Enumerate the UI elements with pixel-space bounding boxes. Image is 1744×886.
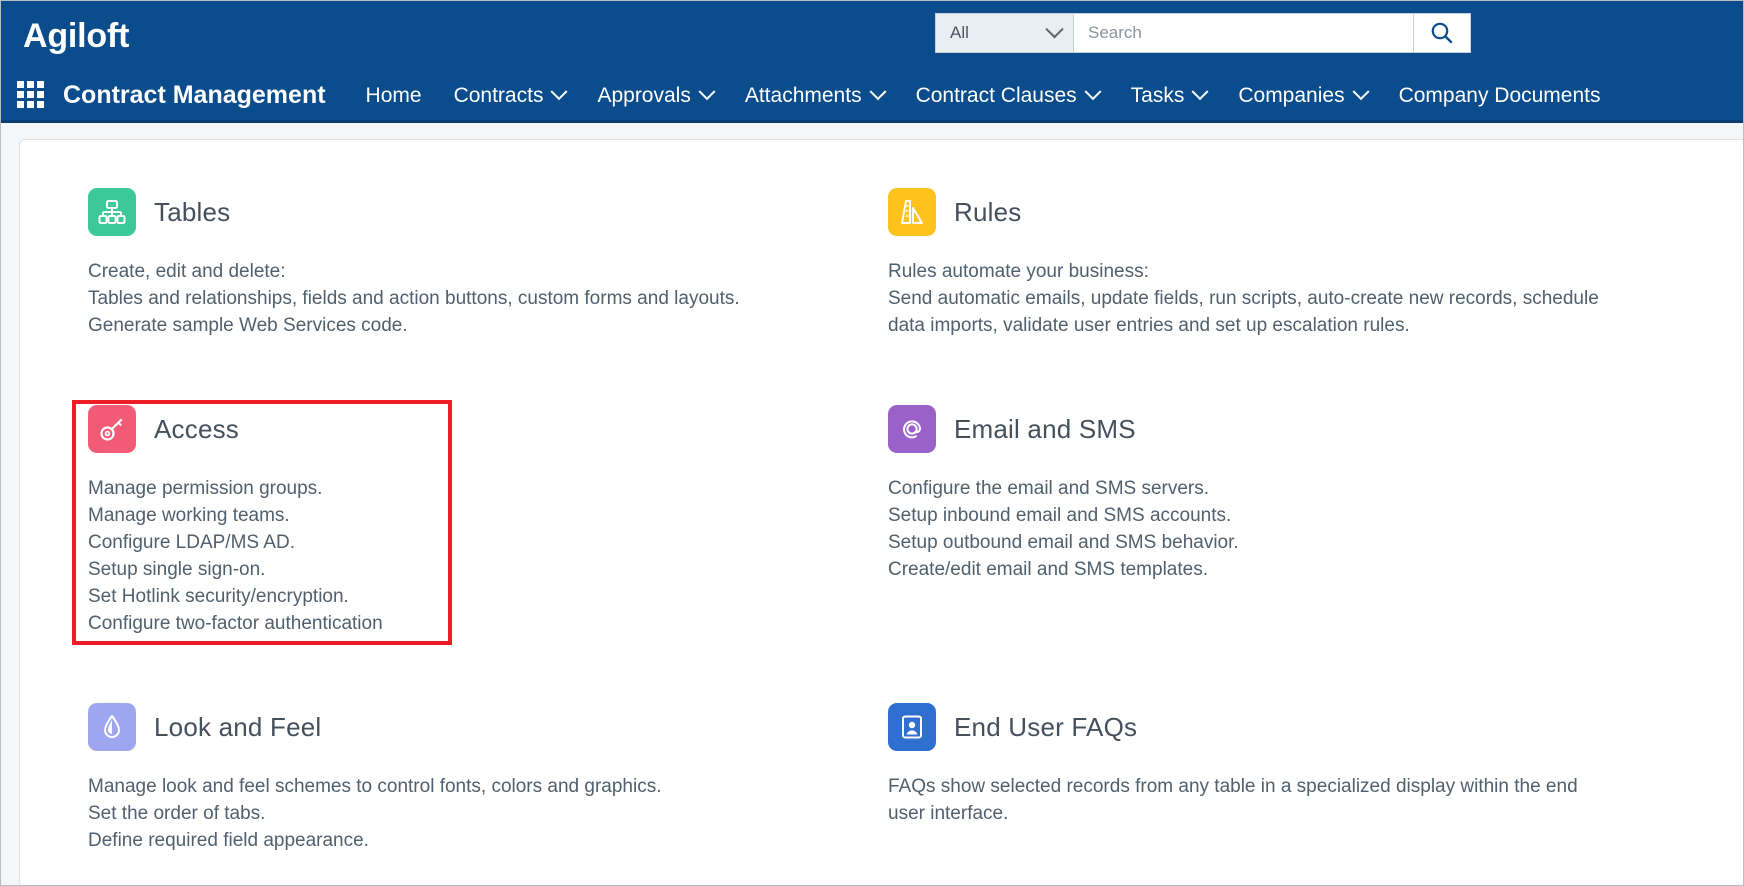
nav-item-label: Contracts <box>453 83 544 107</box>
tile-description: Manage look and feel schemes to control … <box>88 773 848 854</box>
key-icon <box>88 405 136 453</box>
page-title: Contract Management <box>63 81 326 109</box>
nav-item-approvals[interactable]: Approvals <box>597 82 716 108</box>
tile-line: Generate sample Web Services code. <box>88 315 408 336</box>
app-grid-icon[interactable] <box>17 80 47 111</box>
tile-line: Create, edit and delete: <box>88 261 286 282</box>
setup-tile-email-and-sms[interactable]: Email and SMS Configure the email and SM… <box>888 405 1743 637</box>
setup-tile-tables[interactable]: Tables Create, edit and delete: Tables a… <box>88 188 888 339</box>
id-card-person-icon <box>888 703 936 751</box>
tile-line: Create/edit email and SMS templates. <box>888 559 1208 580</box>
at-sign-icon <box>888 405 936 453</box>
tile-line: Configure LDAP/MS AD. <box>88 532 295 553</box>
tile-line: Set the order of tabs. <box>88 803 266 824</box>
main-navigation-bar: Contract Management Home Contracts Appro… <box>1 71 1743 123</box>
tile-description: Rules automate your business: Send autom… <box>888 258 1648 339</box>
setup-tile-grid: Tables Create, edit and delete: Tables a… <box>20 188 1743 884</box>
setup-tile-access[interactable]: Access Manage permission groups. Manage … <box>88 405 888 637</box>
tile-header: Tables <box>88 188 888 236</box>
setup-tile-end-user-faqs[interactable]: End User FAQs FAQs show selected records… <box>888 703 1743 854</box>
tile-description: Manage permission groups. Manage working… <box>88 475 848 637</box>
tile-line: Tables and relationships, fields and act… <box>88 288 740 309</box>
chevron-down-icon <box>1352 82 1370 100</box>
nav-item-home[interactable]: Home <box>366 84 422 108</box>
search-icon <box>1431 22 1453 44</box>
nav-item-tasks[interactable]: Tasks <box>1130 82 1209 108</box>
search-submit-button[interactable] <box>1413 13 1471 53</box>
chevron-down-icon <box>1191 82 1209 100</box>
content-background: Tables Create, edit and delete: Tables a… <box>1 123 1743 884</box>
tile-line: Configure the email and SMS servers. <box>888 478 1210 499</box>
tile-title: Rules <box>954 196 1022 227</box>
org-chart-icon <box>88 188 136 236</box>
tile-header: Email and SMS <box>888 405 1743 453</box>
tile-header: Access <box>88 405 888 453</box>
nav-item-label: Company Documents <box>1398 83 1601 107</box>
nav-item-contracts[interactable]: Contracts <box>453 82 568 108</box>
tile-title: Tables <box>154 196 231 227</box>
tile-line: data imports, validate user entries and … <box>888 315 1410 336</box>
global-search: All <box>935 13 1471 53</box>
nav-item-label: Contract Clauses <box>915 83 1077 107</box>
tile-title: Look and Feel <box>154 711 322 742</box>
tile-line: user interface. <box>888 803 1009 824</box>
chevron-down-icon <box>1084 82 1102 100</box>
tile-description: Create, edit and delete: Tables and rela… <box>88 258 848 339</box>
tile-line: Define required field appearance. <box>88 830 369 851</box>
tile-line: Rules automate your business: <box>888 261 1149 282</box>
nav-item-attachments[interactable]: Attachments <box>744 82 887 108</box>
tile-line: Setup outbound email and SMS behavior. <box>888 532 1239 553</box>
tile-header: Look and Feel <box>88 703 888 751</box>
droplet-icon <box>88 703 136 751</box>
tile-header: Rules <box>888 188 1743 236</box>
tile-description: Configure the email and SMS servers. Set… <box>888 475 1648 583</box>
search-scope-value: All <box>950 23 969 42</box>
tile-line: Send automatic emails, update fields, ru… <box>888 288 1599 309</box>
setup-tile-look-and-feel[interactable]: Look and Feel Manage look and feel schem… <box>88 703 888 854</box>
search-scope-select[interactable]: All <box>935 13 1073 53</box>
nav-item-label: Attachments <box>744 83 862 107</box>
chevron-down-icon <box>1045 19 1064 38</box>
chevron-down-icon <box>698 82 716 100</box>
ruler-triangle-icon <box>888 188 936 236</box>
tile-title: Access <box>154 413 240 444</box>
tile-line: FAQs show selected records from any tabl… <box>888 776 1578 797</box>
top-header-bar: Agiloft All <box>1 1 1743 71</box>
tile-title: Email and SMS <box>954 413 1136 444</box>
agiloft-logo[interactable]: Agiloft <box>23 19 129 53</box>
setup-tile-rules[interactable]: Rules Rules automate your business: Send… <box>888 188 1743 339</box>
tile-line: Manage working teams. <box>88 505 290 526</box>
chevron-down-icon <box>550 82 568 100</box>
tile-header: End User FAQs <box>888 703 1743 751</box>
tile-description: FAQs show selected records from any tabl… <box>888 773 1648 827</box>
search-input[interactable] <box>1073 13 1413 53</box>
nav-item-label: Tasks <box>1130 83 1185 107</box>
nav-item-company-documents[interactable]: Company Documents <box>1399 84 1601 108</box>
application-window: Agiloft All Contract Management Home C <box>0 0 1744 886</box>
tile-line: Manage look and feel schemes to control … <box>88 776 662 797</box>
nav-item-label: Companies <box>1238 83 1345 107</box>
nav-item-contract-clauses[interactable]: Contract Clauses <box>915 82 1102 108</box>
tile-title: End User FAQs <box>954 711 1138 742</box>
nav-item-label: Approvals <box>597 83 691 107</box>
tile-line: Manage permission groups. <box>88 478 323 499</box>
nav-item-label: Home <box>365 83 422 107</box>
tile-line: Setup inbound email and SMS accounts. <box>888 505 1232 526</box>
chevron-down-icon <box>869 82 887 100</box>
tile-line: Configure two-factor authentication <box>88 613 383 634</box>
setup-panel: Tables Create, edit and delete: Tables a… <box>19 139 1743 884</box>
tile-line: Setup single sign-on. <box>88 559 266 580</box>
tile-line: Set Hotlink security/encryption. <box>88 586 349 607</box>
nav-item-companies[interactable]: Companies <box>1238 82 1370 108</box>
